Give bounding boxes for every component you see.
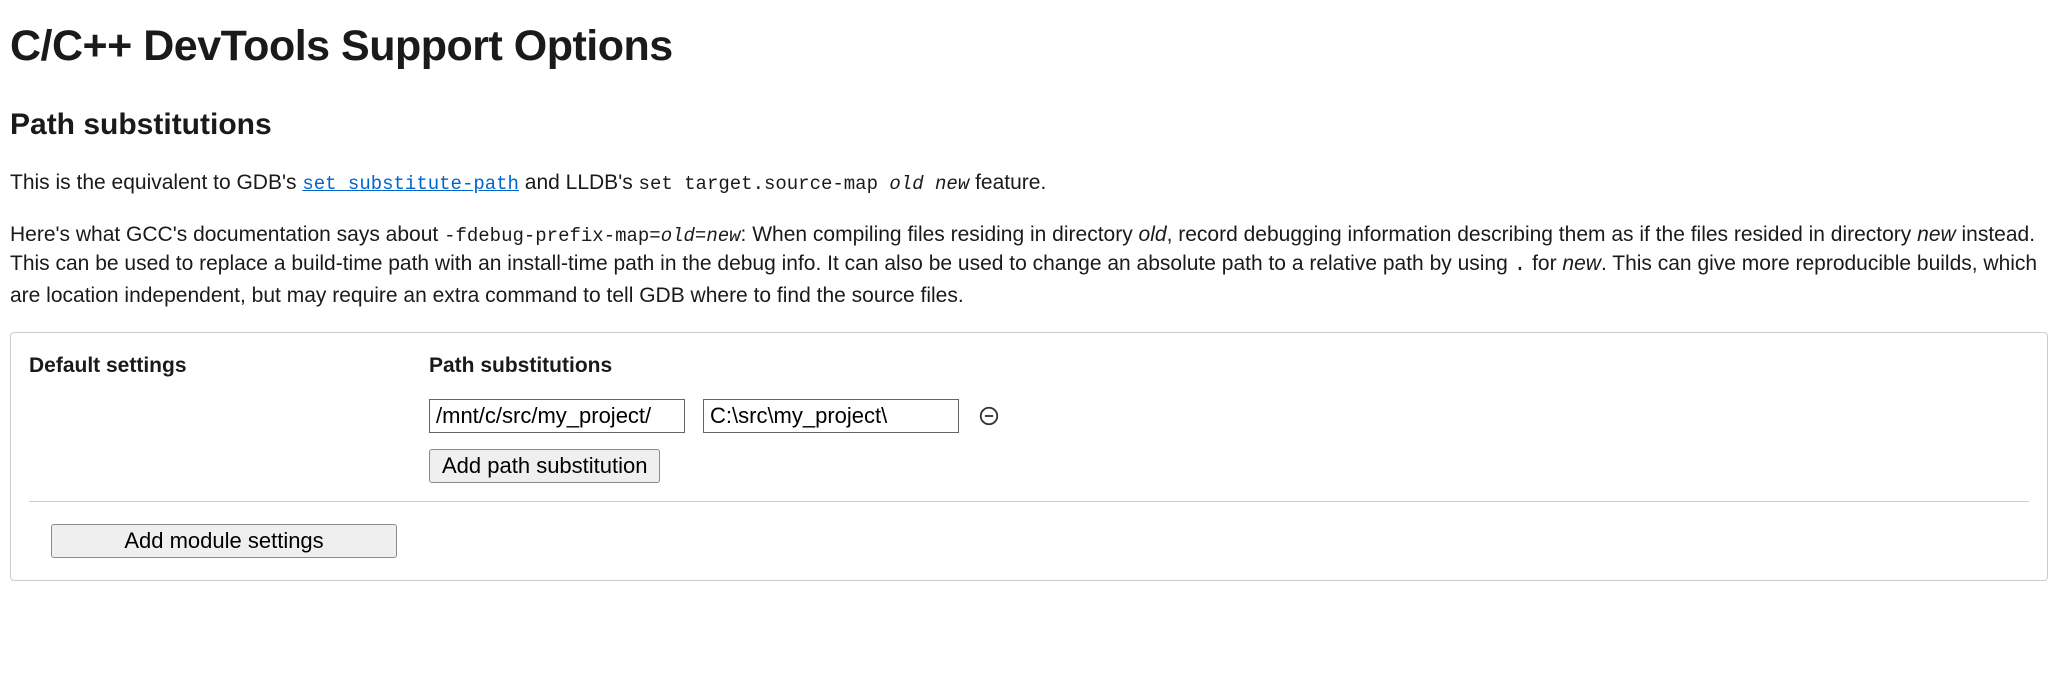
divider xyxy=(29,501,2029,502)
set-substitute-path-link[interactable]: set substitute-path xyxy=(302,173,519,195)
lldb-new-arg: new xyxy=(935,173,969,195)
lldb-old-arg: old xyxy=(889,173,923,195)
path-from-input[interactable] xyxy=(429,399,685,433)
settings-panel: Default settings Path substitutions Add … xyxy=(10,332,2048,580)
intro-suffix: feature. xyxy=(969,171,1046,194)
fdebug-flag: -fdebug-prefix-map= xyxy=(444,225,661,247)
add-module-settings-button[interactable]: Add module settings xyxy=(51,524,397,558)
intro-mid: and LLDB's xyxy=(519,171,639,194)
page-title: C/C++ DevTools Support Options xyxy=(10,16,2048,76)
detail-paragraph: Here's what GCC's documentation says abo… xyxy=(10,220,2048,310)
path-to-input[interactable] xyxy=(703,399,959,433)
section-heading: Path substitutions xyxy=(10,104,2048,146)
path-substitutions-label: Path substitutions xyxy=(429,351,2029,380)
intro-paragraph: This is the equivalent to GDB's set subs… xyxy=(10,168,2048,198)
remove-icon[interactable] xyxy=(977,404,1001,428)
lldb-command: set target.source-map xyxy=(639,173,890,195)
intro-text: This is the equivalent to GDB's xyxy=(10,171,302,194)
path-substitution-row xyxy=(429,399,2029,433)
default-settings-label: Default settings xyxy=(29,351,429,380)
add-path-substitution-button[interactable]: Add path substitution xyxy=(429,449,660,483)
